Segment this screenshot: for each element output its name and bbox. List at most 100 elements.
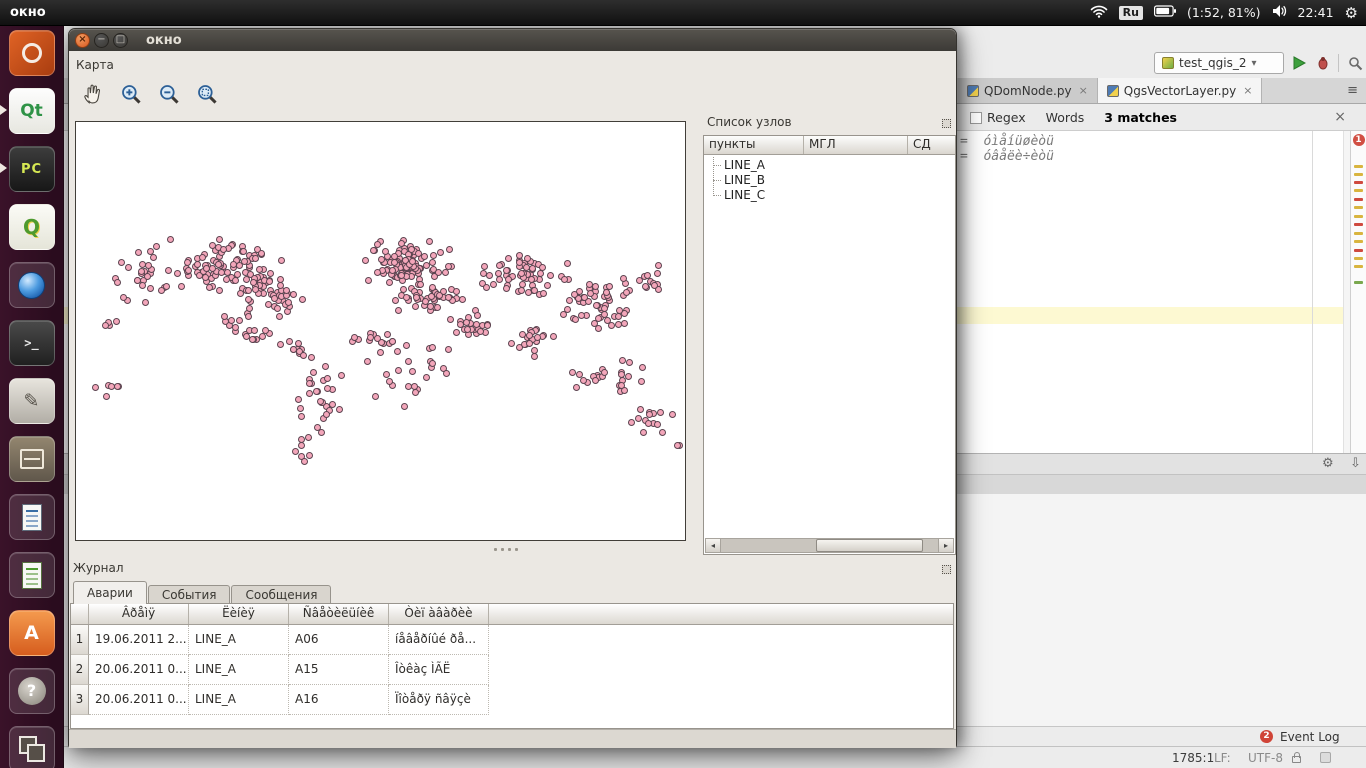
log-column-header[interactable]: Ñâåòèëüíèê xyxy=(289,604,389,624)
table-cell[interactable]: LINE_A xyxy=(189,685,289,715)
close-button[interactable]: × xyxy=(75,33,90,48)
network-icon[interactable] xyxy=(1090,4,1108,22)
table-cell[interactable]: LINE_A xyxy=(189,625,289,655)
table-cell[interactable]: LINE_A xyxy=(189,655,289,685)
scrollbar-track[interactable] xyxy=(721,538,938,553)
launcher-writer-icon[interactable] xyxy=(9,494,55,540)
launcher-chromium-icon[interactable] xyxy=(9,262,55,308)
zoom-out-tool-icon[interactable] xyxy=(155,81,182,106)
horizontal-scrollbar[interactable]: ◂ ▸ xyxy=(705,538,954,553)
table-cell[interactable]: 20.06.2011 0... xyxy=(89,685,189,715)
table-cell[interactable]: 20.06.2011 0... xyxy=(89,655,189,685)
stripe-mark[interactable] xyxy=(1354,265,1363,268)
keyboard-layout-indicator[interactable]: Ru xyxy=(1119,6,1143,20)
launcher-qt-icon[interactable]: Qt xyxy=(9,88,55,134)
debug-icon[interactable] xyxy=(1314,54,1332,72)
stripe-mark[interactable] xyxy=(1354,165,1363,168)
battery-status[interactable]: (1:52, 81%) xyxy=(1187,5,1261,20)
lock-icon[interactable] xyxy=(1292,756,1301,763)
stripe-mark[interactable] xyxy=(1354,240,1363,243)
close-icon[interactable]: × xyxy=(1243,84,1252,97)
table-cell[interactable]: Ïîòåðÿ ñâÿçè xyxy=(389,685,489,715)
splitter-handle[interactable] xyxy=(494,548,518,551)
log-column-header[interactable]: Òèï àâàðèè xyxy=(389,604,489,624)
pan-tool-icon[interactable] xyxy=(79,81,106,106)
close-icon[interactable]: × xyxy=(1334,109,1346,125)
nodes-column-header[interactable]: пункты xyxy=(704,136,804,154)
log-column-header[interactable]: Ëèíèÿ xyxy=(189,604,289,624)
search-everywhere-icon[interactable] xyxy=(1346,54,1364,72)
window-titlebar[interactable]: × − □ окно xyxy=(69,29,956,51)
scrollbar-thumb[interactable] xyxy=(816,539,922,552)
launcher-software-center-icon[interactable]: A xyxy=(9,610,55,656)
session-gear-icon[interactable]: ⚙ xyxy=(1345,4,1358,22)
stripe-mark[interactable] xyxy=(1354,249,1363,252)
gear-icon[interactable]: ⚙ xyxy=(1322,456,1334,471)
error-count-badge[interactable]: 1 xyxy=(1353,134,1365,146)
line-separator-indicator[interactable]: LF: xyxy=(1214,751,1231,765)
tree-item-0[interactable]: LINE_A xyxy=(704,158,955,173)
volume-icon[interactable] xyxy=(1272,4,1287,22)
launcher-terminal-icon[interactable]: >_ xyxy=(9,320,55,366)
stripe-mark[interactable] xyxy=(1354,215,1363,218)
launcher-calc-icon[interactable] xyxy=(9,552,55,598)
regex-checkbox[interactable] xyxy=(970,112,982,124)
zoom-full-tool-icon[interactable] xyxy=(193,81,220,106)
dock-float-button[interactable] xyxy=(942,119,951,128)
stripe-mark[interactable] xyxy=(1354,281,1363,284)
table-row[interactable]: 320.06.2011 0...LINE_AA16Ïîòåðÿ ñâÿçè xyxy=(71,685,953,715)
clock[interactable]: 22:41 xyxy=(1298,5,1334,20)
launcher-help-icon[interactable]: ? xyxy=(9,668,55,714)
tree-item-1[interactable]: LINE_B xyxy=(704,173,955,188)
map-canvas[interactable] xyxy=(75,121,686,541)
stripe-mark[interactable] xyxy=(1354,232,1363,235)
table-cell[interactable]: íåâåðíûé ðå... xyxy=(389,625,489,655)
nodes-column-header[interactable]: МГЛ xyxy=(804,136,908,154)
stripe-mark[interactable] xyxy=(1354,257,1363,260)
theme-toggle-icon[interactable] xyxy=(1320,752,1331,763)
launcher-dash-home-icon[interactable] xyxy=(9,30,55,76)
panel-app-name[interactable]: окно xyxy=(10,5,46,20)
run-button[interactable] xyxy=(1290,54,1308,72)
launcher-pycharm-icon[interactable]: PC xyxy=(9,146,55,192)
stripe-mark[interactable] xyxy=(1354,189,1363,192)
editor-tab-0[interactable]: QDomNode.py× xyxy=(958,78,1098,103)
log-tab-0[interactable]: Аварии xyxy=(73,581,147,604)
caret-position[interactable]: 1785:1 xyxy=(1172,751,1214,765)
encoding-indicator[interactable]: UTF-8 xyxy=(1248,751,1283,765)
tree-item-2[interactable]: LINE_C xyxy=(704,188,955,203)
table-cell[interactable]: A16 xyxy=(289,685,389,715)
maximize-button[interactable]: □ xyxy=(113,33,128,48)
table-cell[interactable]: A15 xyxy=(289,655,389,685)
dock-float-button[interactable] xyxy=(942,565,951,574)
table-row[interactable]: 119.06.2011 2...LINE_AA06íåâåðíûé ðå... xyxy=(71,625,953,655)
log-column-header[interactable] xyxy=(71,604,89,624)
nodes-column-header[interactable]: СД xyxy=(908,136,954,154)
stripe-mark[interactable] xyxy=(1354,206,1363,209)
launcher-text-editor-icon[interactable]: ✎ xyxy=(9,378,55,424)
regex-option[interactable]: Regex xyxy=(970,110,1026,125)
editor-tab-1[interactable]: QgsVectorLayer.py× xyxy=(1098,78,1263,103)
run-config-select[interactable]: test_qgis_2 ▾ xyxy=(1154,52,1284,74)
table-cell[interactable]: A06 xyxy=(289,625,389,655)
tab-list-menu-icon[interactable]: ≡ xyxy=(1347,83,1358,98)
table-cell[interactable]: 19.06.2011 2... xyxy=(89,625,189,655)
launcher-qgis-icon[interactable]: Q xyxy=(9,204,55,250)
launcher-file-drawer-icon[interactable] xyxy=(9,436,55,482)
log-tab-2[interactable]: Сообщения xyxy=(231,585,331,604)
scroll-left-button[interactable]: ◂ xyxy=(705,538,721,553)
launcher-workspace-switcher-icon[interactable] xyxy=(9,726,55,768)
hide-tool-window-icon[interactable]: ⇩ xyxy=(1350,456,1361,471)
close-icon[interactable]: × xyxy=(1079,84,1088,97)
log-tab-1[interactable]: События xyxy=(148,585,231,604)
scroll-right-button[interactable]: ▸ xyxy=(938,538,954,553)
battery-icon[interactable] xyxy=(1154,5,1176,21)
table-row[interactable]: 220.06.2011 0...LINE_AA15Îòêàç ÌÃË xyxy=(71,655,953,685)
minimize-button[interactable]: − xyxy=(94,33,109,48)
log-column-header[interactable]: Âðåìÿ xyxy=(89,604,189,624)
words-option[interactable]: Words xyxy=(1046,110,1085,125)
editor-scrollbar[interactable] xyxy=(1343,131,1350,453)
zoom-in-tool-icon[interactable] xyxy=(117,81,144,106)
event-log-button[interactable]: Event Log xyxy=(1280,730,1340,744)
stripe-mark[interactable] xyxy=(1354,173,1363,176)
